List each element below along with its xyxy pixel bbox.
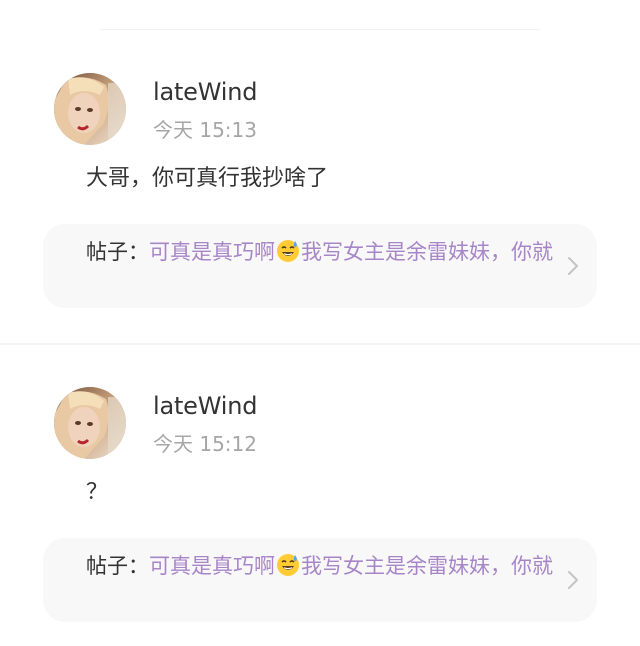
comment-text: ？ (86, 480, 109, 505)
post-link-text: 帖子：可真是真巧啊 我写女主是余雷妹妹，你就 (86, 238, 556, 266)
sweat-smile-emoji-icon (276, 553, 300, 577)
username[interactable]: lateWind (153, 78, 257, 106)
post-link-text: 帖子：可真是真巧啊 我写女主是余雷妹妹，你就 (86, 552, 556, 580)
post-link-card[interactable]: 帖子：可真是真巧啊 我写女主是余雷妹妹，你就 (43, 538, 597, 622)
avatar[interactable] (54, 73, 126, 145)
comment-text: 大哥，你可真行我抄啥了 (86, 166, 329, 191)
avatar-image (54, 73, 126, 145)
timestamp: 今天 15:13 (153, 118, 257, 142)
sweat-smile-emoji-icon (276, 239, 300, 263)
post-prefix-label: 帖子： (86, 554, 149, 578)
timestamp: 今天 15:12 (153, 432, 257, 456)
post-title-part: 我写女主是余雷妹妹，你就 (301, 240, 553, 264)
post-link-card[interactable]: 帖子：可真是真巧啊 我写女主是余雷妹妹，你就 (43, 224, 597, 308)
username[interactable]: lateWind (153, 392, 257, 420)
post-prefix-label: 帖子： (86, 240, 149, 264)
avatar[interactable] (54, 387, 126, 459)
post-title-part: 我写女主是余雷妹妹，你就 (301, 554, 553, 578)
section-divider (0, 343, 640, 345)
top-divider (100, 29, 540, 30)
chevron-right-icon (568, 571, 578, 589)
chevron-right-icon (568, 257, 578, 275)
avatar-image (54, 387, 126, 459)
post-title-part: 可真是真巧啊 (149, 554, 275, 578)
post-title-part: 可真是真巧啊 (149, 240, 275, 264)
